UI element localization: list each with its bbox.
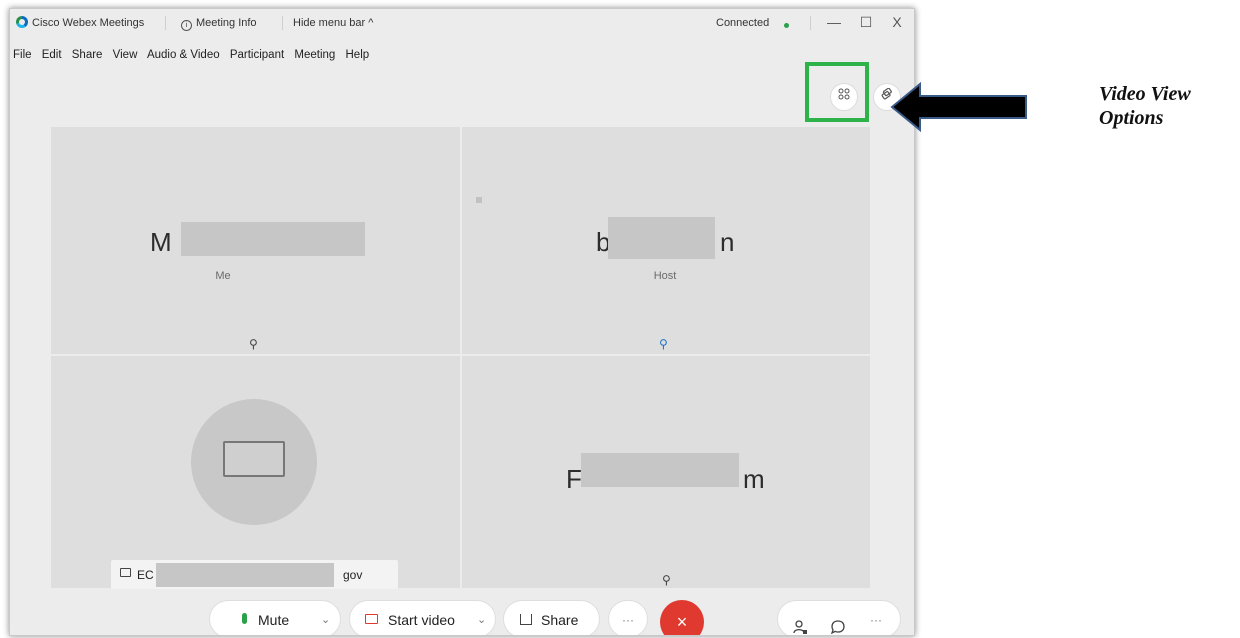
more-options-button[interactable]: ··· bbox=[608, 600, 648, 635]
device-icon bbox=[120, 568, 131, 577]
hide-menu-bar-button[interactable]: Hide menu bar ^ bbox=[293, 17, 373, 29]
mute-button[interactable]: Mute ⌄ bbox=[209, 600, 341, 635]
title-divider bbox=[282, 16, 283, 30]
nametag-label: EC bbox=[137, 568, 154, 582]
device-avatar bbox=[191, 399, 317, 525]
end-meeting-button[interactable]: × bbox=[660, 600, 704, 635]
nametag-suffix: gov bbox=[343, 568, 363, 582]
chat-icon bbox=[830, 620, 845, 635]
participant-role: Host bbox=[653, 270, 677, 282]
title-divider bbox=[810, 16, 811, 30]
meeting-info-button[interactable]: i Meeting Info bbox=[181, 17, 257, 31]
chat-button[interactable] bbox=[830, 611, 846, 635]
pin-marker-icon bbox=[476, 197, 482, 203]
grid-view-button[interactable] bbox=[830, 83, 858, 111]
share-icon bbox=[520, 614, 532, 625]
speaking-microphone-icon: ⚲ bbox=[659, 337, 668, 351]
chevron-down-icon[interactable]: ⌄ bbox=[321, 601, 330, 635]
chevron-down-icon[interactable]: ⌄ bbox=[477, 601, 486, 635]
microphone-icon: ⚲ bbox=[662, 573, 671, 587]
menu-share[interactable]: Share bbox=[72, 49, 103, 61]
participant-name: M bbox=[150, 227, 172, 257]
close-button[interactable]: X bbox=[886, 12, 908, 32]
share-label: Share bbox=[541, 612, 579, 628]
participants-icon bbox=[793, 620, 807, 634]
title-divider bbox=[165, 16, 166, 30]
menu-help[interactable]: Help bbox=[346, 49, 370, 61]
video-tile-host[interactable]: b n Host ⚲ bbox=[462, 127, 870, 354]
info-icon: i bbox=[181, 20, 192, 31]
grid-icon bbox=[838, 88, 850, 100]
redacted-name bbox=[581, 453, 739, 487]
menu-audio-video[interactable]: Audio & Video bbox=[147, 49, 220, 61]
menu-view[interactable]: View bbox=[113, 49, 138, 61]
participant-role: Me bbox=[215, 270, 231, 282]
menu-edit[interactable]: Edit bbox=[42, 49, 62, 61]
annotation-text: Video View Options bbox=[1099, 82, 1191, 130]
menu-bar: File Edit Share View Audio & Video Parti… bbox=[13, 49, 376, 61]
annotation-line-2: Options bbox=[1099, 107, 1164, 129]
participant-nametag: EC gov bbox=[111, 560, 398, 589]
video-off-icon bbox=[365, 614, 378, 624]
participants-button[interactable] bbox=[792, 611, 808, 635]
minimize-button[interactable]: — bbox=[823, 12, 845, 32]
menu-file[interactable]: File bbox=[13, 49, 32, 61]
redacted-name bbox=[608, 217, 715, 259]
participant-name-suffix: m bbox=[743, 464, 765, 494]
menu-participant[interactable]: Participant bbox=[230, 49, 284, 61]
panel-controls: ··· bbox=[777, 600, 901, 635]
microphone-icon: ⚲ bbox=[249, 337, 258, 351]
share-button[interactable]: Share bbox=[503, 600, 600, 635]
participant-name: F bbox=[566, 464, 582, 494]
redacted-name bbox=[156, 563, 334, 587]
video-tile-me[interactable]: M Me ⚲ bbox=[51, 127, 460, 354]
maximize-button[interactable]: ☐ bbox=[855, 12, 877, 32]
participant-name-suffix: n bbox=[720, 227, 735, 257]
annotation-line-1: Video View bbox=[1099, 83, 1191, 105]
connected-dot-icon bbox=[784, 23, 789, 28]
menu-meeting[interactable]: Meeting bbox=[294, 49, 335, 61]
start-video-button[interactable]: Start video ⌄ bbox=[349, 600, 496, 635]
meeting-info-label: Meeting Info bbox=[196, 17, 257, 29]
mute-label: Mute bbox=[258, 612, 290, 628]
more-panels-button[interactable]: ··· bbox=[870, 601, 882, 635]
video-device-icon bbox=[223, 441, 285, 477]
title-bar: Cisco Webex Meetings i Meeting Info Hide … bbox=[10, 9, 914, 37]
connection-status: Connected bbox=[716, 17, 770, 29]
webex-window: Cisco Webex Meetings i Meeting Info Hide … bbox=[9, 8, 915, 636]
app-title: Cisco Webex Meetings bbox=[32, 17, 145, 29]
microphone-icon bbox=[242, 613, 247, 624]
start-video-label: Start video bbox=[388, 612, 455, 628]
webex-logo-icon bbox=[16, 16, 28, 28]
redacted-name bbox=[181, 222, 365, 256]
annotation-arrow bbox=[890, 82, 1027, 132]
video-tile-participant[interactable]: F m ⚲ bbox=[462, 356, 870, 588]
